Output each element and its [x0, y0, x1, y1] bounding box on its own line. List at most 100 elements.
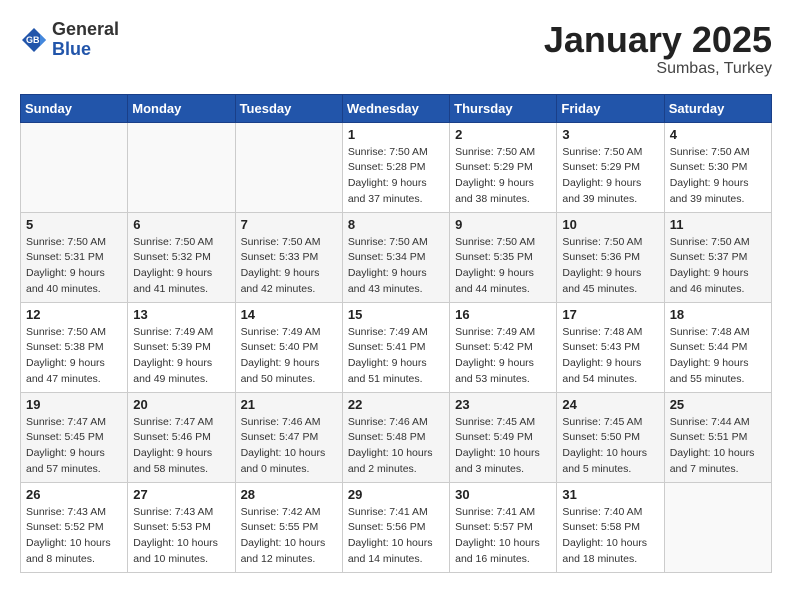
week-row-3: 12 Sunrise: 7:50 AM Sunset: 5:38 PM Dayli…: [21, 302, 772, 392]
day-cell: 30Sunrise: 7:41 AM Sunset: 5:57 PM Dayli…: [450, 482, 557, 572]
day-info: Sunrise: 7:49 AM Sunset: 5:41 PM Dayligh…: [348, 325, 444, 388]
day-info: Sunrise: 7:50 AM Sunset: 5:29 PM Dayligh…: [455, 145, 551, 208]
calendar-table: SundayMondayTuesdayWednesdayThursdayFrid…: [20, 94, 772, 573]
day-info: Sunrise: 7:50 AM Sunset: 5:38 PM Dayligh…: [26, 325, 122, 388]
day-info: Sunrise: 7:40 AM Sunset: 5:58 PM Dayligh…: [562, 505, 658, 568]
day-number: 1: [348, 127, 444, 142]
day-cell: 21Sunrise: 7:46 AM Sunset: 5:47 PM Dayli…: [235, 392, 342, 482]
day-number: 27: [133, 487, 229, 502]
day-number: 28: [241, 487, 337, 502]
day-number: 13: [133, 307, 229, 322]
day-cell: 7 Sunrise: 7:50 AM Sunset: 5:33 PM Daylig…: [235, 212, 342, 302]
day-number: 7: [241, 217, 337, 232]
day-cell: 16 Sunrise: 7:49 AM Sunset: 5:42 PM Dayli…: [450, 302, 557, 392]
weekday-header-friday: Friday: [557, 94, 664, 122]
month-title: January 2025: [544, 20, 772, 60]
day-number: 18: [670, 307, 766, 322]
day-info: Sunrise: 7:50 AM Sunset: 5:37 PM Dayligh…: [670, 235, 766, 298]
logo-blue-text: Blue: [52, 40, 119, 60]
day-info: Sunrise: 7:50 AM Sunset: 5:36 PM Dayligh…: [562, 235, 658, 298]
logo-general-text: General: [52, 20, 119, 40]
day-cell: 4Sunrise: 7:50 AM Sunset: 5:30 PM Daylig…: [664, 122, 771, 212]
day-info: Sunrise: 7:49 AM Sunset: 5:42 PM Dayligh…: [455, 325, 551, 388]
day-cell: 29Sunrise: 7:41 AM Sunset: 5:56 PM Dayli…: [342, 482, 449, 572]
day-number: 15: [348, 307, 444, 322]
week-row-5: 26 Sunrise: 7:43 AM Sunset: 5:52 PM Dayli…: [21, 482, 772, 572]
day-cell: [21, 122, 128, 212]
day-number: 6: [133, 217, 229, 232]
day-cell: 28 Sunrise: 7:42 AM Sunset: 5:55 PM Dayli…: [235, 482, 342, 572]
day-cell: 26 Sunrise: 7:43 AM Sunset: 5:52 PM Dayli…: [21, 482, 128, 572]
weekday-header-sunday: Sunday: [21, 94, 128, 122]
day-cell: 5 Sunrise: 7:50 AM Sunset: 5:31 PM Daylig…: [21, 212, 128, 302]
day-number: 12: [26, 307, 122, 322]
day-cell: 14 Sunrise: 7:49 AM Sunset: 5:40 PM Dayli…: [235, 302, 342, 392]
day-info: Sunrise: 7:50 AM Sunset: 5:29 PM Dayligh…: [562, 145, 658, 208]
day-number: 23: [455, 397, 551, 412]
day-number: 9: [455, 217, 551, 232]
day-number: 26: [26, 487, 122, 502]
day-info: Sunrise: 7:47 AM Sunset: 5:46 PM Dayligh…: [133, 415, 229, 478]
day-cell: 17Sunrise: 7:48 AM Sunset: 5:43 PM Dayli…: [557, 302, 664, 392]
day-info: Sunrise: 7:50 AM Sunset: 5:31 PM Dayligh…: [26, 235, 122, 298]
day-number: 22: [348, 397, 444, 412]
week-row-4: 19 Sunrise: 7:47 AM Sunset: 5:45 PM Dayli…: [21, 392, 772, 482]
day-info: Sunrise: 7:48 AM Sunset: 5:43 PM Dayligh…: [562, 325, 658, 388]
day-cell: 9 Sunrise: 7:50 AM Sunset: 5:35 PM Daylig…: [450, 212, 557, 302]
weekday-header-row: SundayMondayTuesdayWednesdayThursdayFrid…: [21, 94, 772, 122]
day-cell: 31Sunrise: 7:40 AM Sunset: 5:58 PM Dayli…: [557, 482, 664, 572]
day-cell: 6Sunrise: 7:50 AM Sunset: 5:32 PM Daylig…: [128, 212, 235, 302]
day-cell: 25 Sunrise: 7:44 AM Sunset: 5:51 PM Dayli…: [664, 392, 771, 482]
day-info: Sunrise: 7:45 AM Sunset: 5:49 PM Dayligh…: [455, 415, 551, 478]
day-cell: 24 Sunrise: 7:45 AM Sunset: 5:50 PM Dayli…: [557, 392, 664, 482]
day-info: Sunrise: 7:49 AM Sunset: 5:40 PM Dayligh…: [241, 325, 337, 388]
day-cell: 11 Sunrise: 7:50 AM Sunset: 5:37 PM Dayli…: [664, 212, 771, 302]
day-number: 10: [562, 217, 658, 232]
day-number: 11: [670, 217, 766, 232]
svg-text:GB: GB: [26, 35, 40, 45]
week-row-2: 5 Sunrise: 7:50 AM Sunset: 5:31 PM Daylig…: [21, 212, 772, 302]
day-cell: 10 Sunrise: 7:50 AM Sunset: 5:36 PM Dayli…: [557, 212, 664, 302]
day-cell: 23 Sunrise: 7:45 AM Sunset: 5:49 PM Dayli…: [450, 392, 557, 482]
title-block: January 2025 Sumbas, Turkey: [544, 20, 772, 78]
week-row-1: 1 Sunrise: 7:50 AM Sunset: 5:28 PM Daylig…: [21, 122, 772, 212]
logo-text: General Blue: [52, 20, 119, 60]
day-info: Sunrise: 7:50 AM Sunset: 5:30 PM Dayligh…: [670, 145, 766, 208]
day-info: Sunrise: 7:47 AM Sunset: 5:45 PM Dayligh…: [26, 415, 122, 478]
day-cell: [664, 482, 771, 572]
day-cell: 8Sunrise: 7:50 AM Sunset: 5:34 PM Daylig…: [342, 212, 449, 302]
logo-icon: GB: [20, 26, 48, 54]
day-info: Sunrise: 7:50 AM Sunset: 5:28 PM Dayligh…: [348, 145, 444, 208]
day-number: 14: [241, 307, 337, 322]
day-cell: [235, 122, 342, 212]
day-cell: 15 Sunrise: 7:49 AM Sunset: 5:41 PM Dayli…: [342, 302, 449, 392]
day-info: Sunrise: 7:41 AM Sunset: 5:57 PM Dayligh…: [455, 505, 551, 568]
logo: GB General Blue: [20, 20, 119, 60]
day-cell: 19 Sunrise: 7:47 AM Sunset: 5:45 PM Dayli…: [21, 392, 128, 482]
day-info: Sunrise: 7:50 AM Sunset: 5:35 PM Dayligh…: [455, 235, 551, 298]
day-number: 24: [562, 397, 658, 412]
day-number: 16: [455, 307, 551, 322]
day-number: 5: [26, 217, 122, 232]
day-info: Sunrise: 7:49 AM Sunset: 5:39 PM Dayligh…: [133, 325, 229, 388]
day-info: Sunrise: 7:43 AM Sunset: 5:52 PM Dayligh…: [26, 505, 122, 568]
day-info: Sunrise: 7:41 AM Sunset: 5:56 PM Dayligh…: [348, 505, 444, 568]
weekday-header-monday: Monday: [128, 94, 235, 122]
day-info: Sunrise: 7:42 AM Sunset: 5:55 PM Dayligh…: [241, 505, 337, 568]
day-cell: 18Sunrise: 7:48 AM Sunset: 5:44 PM Dayli…: [664, 302, 771, 392]
day-cell: [128, 122, 235, 212]
day-number: 25: [670, 397, 766, 412]
day-number: 20: [133, 397, 229, 412]
day-info: Sunrise: 7:46 AM Sunset: 5:47 PM Dayligh…: [241, 415, 337, 478]
day-cell: 27Sunrise: 7:43 AM Sunset: 5:53 PM Dayli…: [128, 482, 235, 572]
day-number: 19: [26, 397, 122, 412]
page-header: GB General Blue January 2025 Sumbas, Tur…: [20, 20, 772, 78]
day-cell: 13 Sunrise: 7:49 AM Sunset: 5:39 PM Dayli…: [128, 302, 235, 392]
weekday-header-saturday: Saturday: [664, 94, 771, 122]
day-info: Sunrise: 7:50 AM Sunset: 5:33 PM Dayligh…: [241, 235, 337, 298]
weekday-header-wednesday: Wednesday: [342, 94, 449, 122]
day-cell: 12 Sunrise: 7:50 AM Sunset: 5:38 PM Dayli…: [21, 302, 128, 392]
day-info: Sunrise: 7:45 AM Sunset: 5:50 PM Dayligh…: [562, 415, 658, 478]
day-info: Sunrise: 7:44 AM Sunset: 5:51 PM Dayligh…: [670, 415, 766, 478]
day-info: Sunrise: 7:50 AM Sunset: 5:34 PM Dayligh…: [348, 235, 444, 298]
